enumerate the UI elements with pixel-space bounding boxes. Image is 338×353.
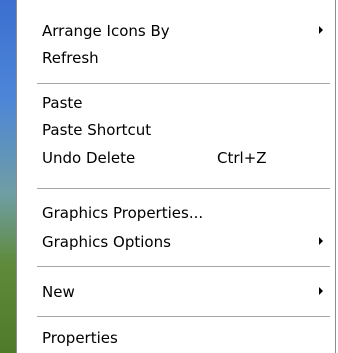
desktop-background [0, 0, 16, 353]
menu-item-graphics-properties[interactable]: Graphics Properties... [17, 201, 335, 225]
menu-separator [37, 83, 330, 84]
desktop-context-menu: Arrange Icons By Refresh Paste Paste Sho… [16, 0, 336, 353]
menu-separator [37, 316, 330, 317]
menu-item-label: Refresh [42, 49, 99, 67]
menu-item-label: Properties [42, 329, 118, 347]
menu-item-shortcut: Ctrl+Z [217, 149, 267, 167]
menu-item-paste[interactable]: Paste [17, 91, 335, 115]
menu-item-label: New [42, 283, 75, 301]
menu-item-label: Paste [42, 94, 83, 112]
chevron-right-icon [319, 237, 323, 245]
menu-item-label: Graphics Options [42, 233, 171, 251]
menu-item-label: Paste Shortcut [42, 121, 152, 139]
chevron-right-icon [319, 287, 323, 295]
menu-item-refresh[interactable]: Refresh [17, 46, 335, 70]
menu-separator [37, 266, 330, 267]
menu-item-new[interactable]: New [17, 280, 335, 304]
menu-item-graphics-options[interactable]: Graphics Options [17, 230, 335, 254]
chevron-right-icon [319, 26, 323, 34]
menu-item-label: Graphics Properties... [42, 204, 204, 222]
menu-item-paste-shortcut[interactable]: Paste Shortcut [17, 118, 335, 142]
menu-item-properties[interactable]: Properties [17, 326, 335, 350]
menu-item-label: Arrange Icons By [42, 22, 170, 40]
menu-item-arrange-icons-by[interactable]: Arrange Icons By [17, 19, 335, 43]
menu-item-undo-delete[interactable]: Undo Delete Ctrl+Z [17, 146, 335, 170]
menu-separator [37, 188, 330, 189]
menu-item-label: Undo Delete [42, 149, 136, 167]
